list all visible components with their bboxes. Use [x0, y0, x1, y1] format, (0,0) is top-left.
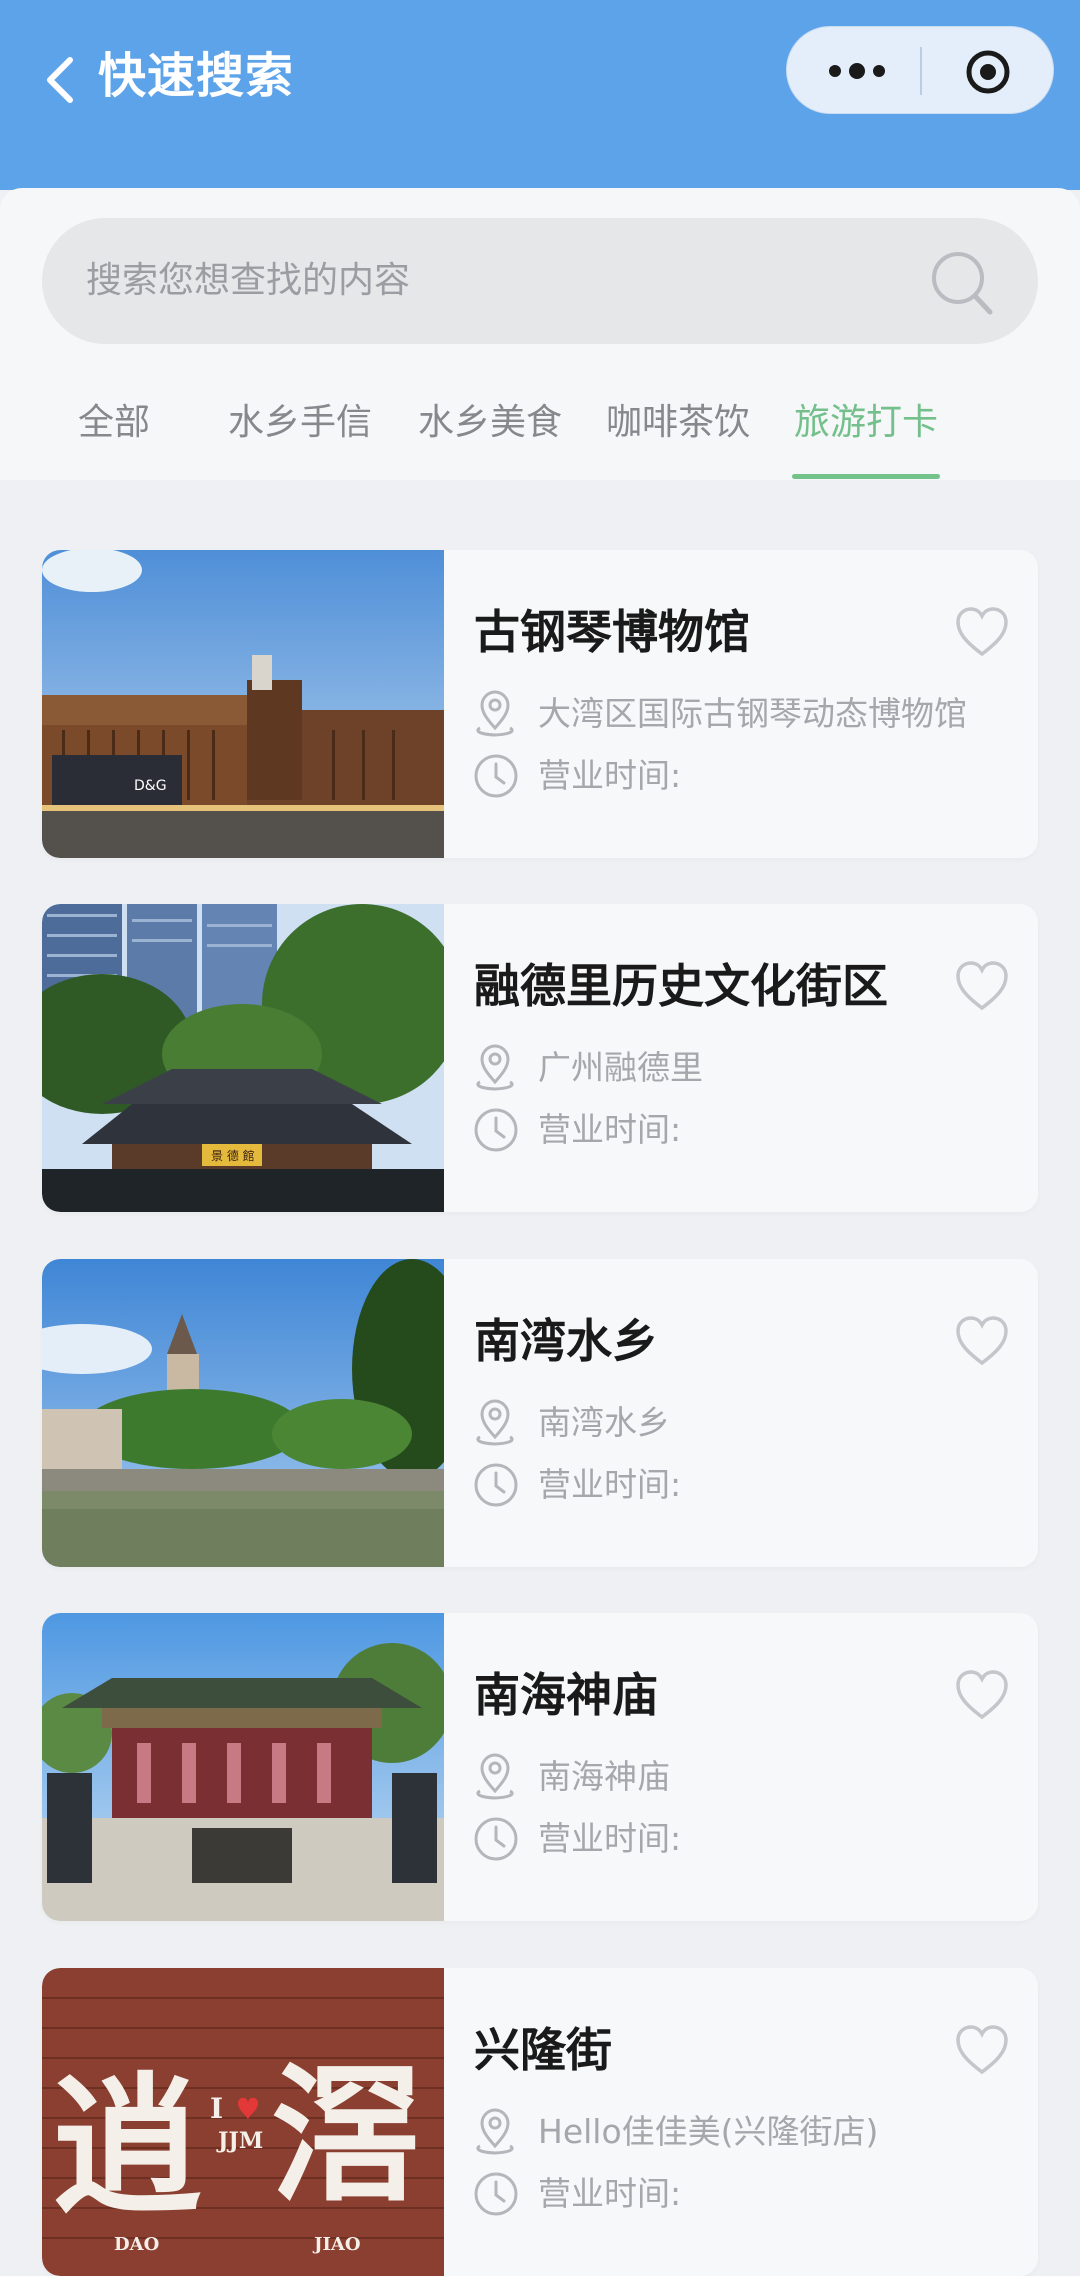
- tab-souvenirs[interactable]: 水乡手信: [228, 398, 372, 448]
- place-photo: 逍 滘 I JJM DAO JIAO: [42, 1968, 444, 2276]
- place-card[interactable]: 南海神庙 南海神庙 营业时间:: [42, 1613, 1038, 1921]
- heart-icon[interactable]: [954, 960, 1010, 1012]
- brick-i: I: [210, 2092, 223, 2125]
- tab-food[interactable]: 水乡美食: [418, 398, 562, 448]
- place-address: Hello佳佳美(兴隆街店): [538, 2112, 879, 2151]
- top-navigation-bar: 快速搜索: [0, 0, 1080, 190]
- building-sign: D&G: [134, 778, 167, 794]
- brick-dao: DAO: [114, 2234, 159, 2255]
- place-name: 古钢琴博物馆: [474, 605, 750, 659]
- brick-calligraphy-right: 滘: [272, 2048, 422, 2224]
- place-name: 兴隆街: [474, 2023, 612, 2077]
- target-circle-icon[interactable]: [965, 49, 1011, 95]
- heart-icon[interactable]: [954, 606, 1010, 658]
- chevron-left-icon[interactable]: [40, 52, 84, 108]
- place-card[interactable]: 景 德 館 融德里历史文化街区 广州融德里 营业时间:: [42, 904, 1038, 1212]
- heart-icon[interactable]: [954, 2024, 1010, 2076]
- brick-calligraphy-left: 逍: [52, 2058, 202, 2234]
- location-pin-icon: [476, 1399, 514, 1446]
- clock-icon: [474, 1463, 518, 1507]
- search-placeholder: 搜索您想查找的内容: [86, 260, 411, 301]
- clock-icon: [474, 1817, 518, 1861]
- place-address: 大湾区国际古钢琴动态博物馆: [538, 694, 967, 733]
- place-photo: [42, 1259, 444, 1567]
- page-title: 快速搜索: [98, 48, 295, 104]
- place-name: 融德里历史文化街区: [474, 959, 888, 1013]
- place-address: 南海神庙: [538, 1757, 670, 1796]
- brick-jjm: JJM: [216, 2128, 263, 2154]
- mini-program-capsule: [786, 26, 1054, 114]
- location-pin-icon: [476, 1753, 514, 1800]
- tab-all[interactable]: 全部: [78, 398, 150, 448]
- search-icon[interactable]: [926, 246, 998, 318]
- heart-icon[interactable]: [954, 1315, 1010, 1367]
- more-dots-icon[interactable]: [825, 57, 889, 85]
- opening-hours: 营业时间:: [538, 2174, 682, 2213]
- location-pin-icon: [476, 690, 514, 737]
- opening-hours: 营业时间:: [538, 1819, 682, 1858]
- clock-icon: [474, 754, 518, 798]
- clock-icon: [474, 2172, 518, 2216]
- opening-hours: 营业时间:: [538, 1465, 682, 1504]
- temple-plaque: 景 德 館: [211, 1148, 255, 1163]
- place-card[interactable]: D&G 古钢琴博物馆 大湾区国际古钢琴动态博物馆 营业时间:: [42, 550, 1038, 858]
- place-card[interactable]: 南湾水乡 南湾水乡 营业时间:: [42, 1259, 1038, 1567]
- place-photo: 景 德 館: [42, 904, 444, 1212]
- opening-hours: 营业时间:: [538, 1110, 682, 1149]
- place-name: 南海神庙: [474, 1668, 658, 1722]
- brick-jiao: JIAO: [312, 2234, 361, 2255]
- tab-coffee-tea[interactable]: 咖啡茶饮: [606, 398, 750, 448]
- place-photo: D&G: [42, 550, 444, 858]
- place-photo: [42, 1613, 444, 1921]
- place-address: 南湾水乡: [538, 1403, 670, 1442]
- tab-travel-checkin[interactable]: 旅游打卡: [794, 398, 938, 448]
- location-pin-icon: [476, 1044, 514, 1091]
- search-input[interactable]: 搜索您想查找的内容: [42, 218, 1038, 344]
- active-tab-indicator: [792, 474, 940, 479]
- opening-hours: 营业时间:: [538, 756, 682, 795]
- clock-icon: [474, 1108, 518, 1152]
- location-pin-icon: [476, 2108, 514, 2155]
- place-card[interactable]: 逍 滘 I JJM DAO JIAO 兴隆街 Hello佳佳美(兴隆街店) 营业…: [42, 1968, 1038, 2276]
- place-name: 南湾水乡: [474, 1314, 658, 1368]
- capsule-divider: [920, 47, 922, 95]
- heart-icon[interactable]: [954, 1669, 1010, 1721]
- place-address: 广州融德里: [538, 1048, 703, 1087]
